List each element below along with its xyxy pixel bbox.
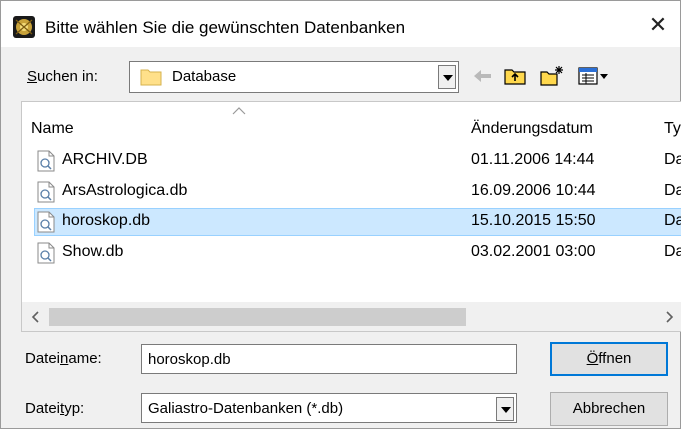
horizontal-scrollbar[interactable] [22, 302, 681, 331]
lookin-label: Suchen in: [27, 68, 98, 85]
database-file-icon [37, 181, 55, 203]
database-file-icon [37, 150, 55, 172]
file-row[interactable]: ARCHIV.DB 01.11.2006 14:44 Da [22, 147, 681, 175]
app-logo-icon [13, 16, 35, 38]
file-date: 16.09.2006 10:44 [471, 182, 596, 199]
scroll-left-icon[interactable] [30, 310, 42, 324]
up-folder-icon [504, 69, 526, 85]
column-header-label: Änderungsdatum [471, 120, 593, 137]
file-type: Da [664, 151, 681, 168]
up-folder-button[interactable] [501, 62, 529, 90]
new-folder-icon [540, 66, 563, 86]
scrollbar-thumb[interactable] [49, 308, 466, 326]
filetype-combobox[interactable]: Galiastro-Datenbanken (*.db) [141, 393, 517, 423]
file-name: ArsAstrologica.db [62, 182, 188, 199]
file-list[interactable]: Name Änderungsdatum Ty ARCHIV.DB 01.11.2… [21, 101, 681, 332]
file-date: 03.02.2001 03:00 [471, 243, 596, 260]
lookin-combobox[interactable]: Database [129, 61, 459, 93]
file-row[interactable]: ArsAstrologica.db 16.09.2006 10:44 Da [22, 178, 681, 206]
close-button[interactable]: ✕ [642, 11, 674, 39]
scroll-right-icon[interactable] [663, 310, 675, 324]
database-file-icon [37, 211, 55, 233]
file-type: Da [664, 243, 681, 260]
view-menu-icon [578, 67, 608, 85]
filename-label: Dateiname: [25, 350, 102, 367]
view-menu-button[interactable] [575, 62, 611, 90]
file-type: Da [664, 212, 681, 229]
back-arrow-icon [474, 70, 491, 82]
title-bar: Bitte wählen Sie die gewünschten Datenba… [1, 1, 680, 47]
back-button[interactable] [469, 62, 497, 90]
lookin-dropdown-arrow-icon[interactable] [438, 65, 456, 89]
dialog-title: Bitte wählen Sie die gewünschten Datenba… [45, 18, 406, 37]
file-name: horoskop.db [62, 212, 151, 229]
filetype-value: Galiastro-Datenbanken (*.db) [148, 400, 344, 417]
file-open-dialog: Bitte wählen Sie die gewünschten Datenba… [0, 0, 681, 429]
file-type: Da [664, 182, 681, 199]
column-header-date[interactable]: Änderungsdatum [462, 102, 662, 150]
file-row-selected[interactable]: horoskop.db 15.10.2015 15:50 Da [22, 208, 681, 236]
cancel-button[interactable]: Abbrechen [550, 392, 668, 426]
column-header-label: Name [31, 120, 74, 137]
file-row[interactable]: Show.db 03.02.2001 03:00 Da [22, 239, 681, 267]
column-header-type[interactable]: Ty [662, 102, 681, 150]
filetype-dropdown-arrow-icon[interactable] [496, 397, 514, 421]
filetype-label: Dateityp: [25, 400, 85, 417]
filename-input[interactable] [141, 344, 517, 374]
lookin-value: Database [172, 68, 237, 85]
file-name: ARCHIV.DB [62, 151, 148, 168]
file-date: 15.10.2015 15:50 [471, 212, 596, 229]
column-header-label: Ty [664, 120, 681, 137]
file-date: 01.11.2006 14:44 [471, 151, 595, 168]
column-header-name[interactable]: Name [22, 102, 462, 150]
database-file-icon [37, 242, 55, 264]
new-folder-button[interactable] [537, 62, 565, 90]
folder-icon [140, 69, 162, 86]
file-name: Show.db [62, 243, 124, 260]
open-button[interactable]: Öffnen [550, 342, 668, 376]
